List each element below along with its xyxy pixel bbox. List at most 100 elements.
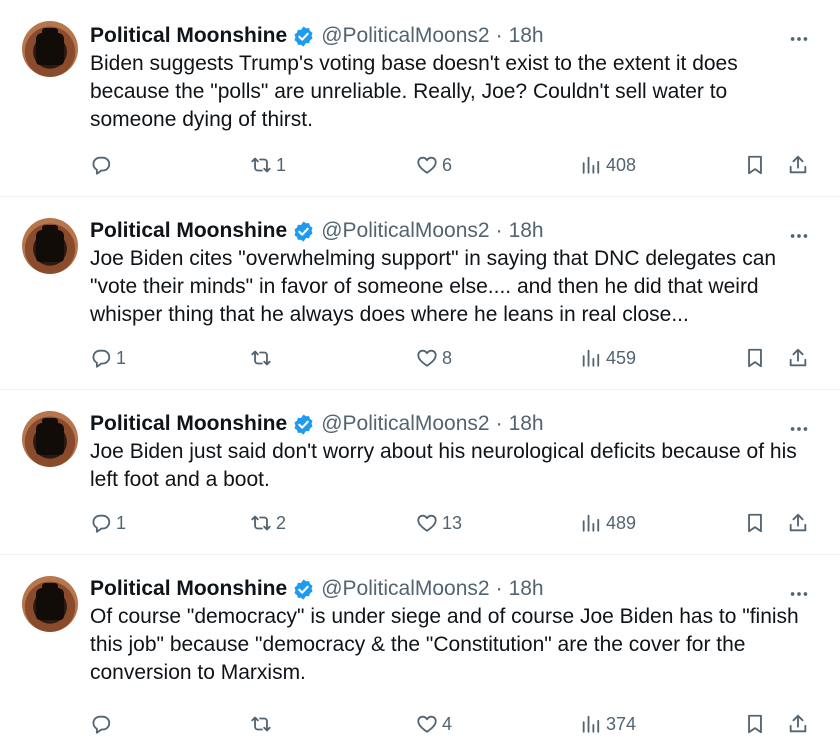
views-icon: [582, 349, 600, 367]
like-count: 8: [442, 347, 453, 368]
retweet-count: 2: [276, 512, 287, 533]
like-button[interactable]: 8: [416, 345, 452, 371]
tweet-actions: 4 374: [90, 711, 816, 737]
heart-icon: [417, 349, 437, 367]
avatar[interactable]: [22, 411, 78, 467]
avatar[interactable]: [22, 21, 78, 77]
tweet-actions: 1 8 459: [90, 345, 816, 371]
retweet-icon: [251, 157, 271, 173]
view-count: 374: [606, 713, 637, 734]
share-icon: [789, 513, 807, 532]
reply-icon: [92, 349, 111, 368]
view-count: 459: [606, 347, 637, 368]
tweet-actions: 1 2 13 489: [90, 510, 816, 536]
like-count: 6: [442, 154, 453, 175]
retweet-button[interactable]: 1: [250, 152, 286, 178]
reply-button[interactable]: [90, 152, 116, 178]
views-icon: [582, 156, 600, 174]
tweet-text: Joe Biden just said don't worry about hi…: [90, 440, 797, 491]
reply-button[interactable]: 1: [90, 510, 126, 536]
separator-dot: ·: [495, 219, 503, 242]
share-button[interactable]: [787, 510, 809, 536]
separator-dot: ·: [495, 577, 503, 600]
retweet-count: 1: [276, 154, 287, 175]
like-button[interactable]: 6: [416, 152, 452, 178]
user-handle[interactable]: @PoliticalMoons2: [321, 217, 489, 245]
tweet-text: Of course "democracy" is under siege and…: [90, 605, 799, 684]
view-count: 408: [606, 154, 637, 175]
retweet-icon: [251, 350, 271, 366]
bookmark-icon: [748, 155, 762, 175]
retweet-button[interactable]: [250, 711, 276, 737]
view-count: 489: [606, 512, 637, 533]
more-icon[interactable]: [788, 225, 810, 247]
separator-dot: ·: [495, 24, 503, 47]
bookmark-button[interactable]: [744, 711, 766, 737]
user-handle[interactable]: @PoliticalMoons2: [321, 575, 489, 603]
retweet-icon: [251, 515, 271, 531]
bookmark-button[interactable]: [744, 510, 766, 536]
share-icon: [789, 714, 807, 733]
timestamp[interactable]: 18h: [509, 575, 544, 603]
tweet-actions: 1 6 408: [90, 152, 816, 178]
tweet-header: Political Moonshine @PoliticalMoons2 · 1…: [90, 22, 816, 50]
reply-icon: [92, 156, 111, 175]
reply-button[interactable]: 1: [90, 345, 126, 371]
timestamp[interactable]: 18h: [509, 217, 544, 245]
retweet-button[interactable]: 2: [250, 510, 286, 536]
bookmark-button[interactable]: [744, 345, 766, 371]
views-button[interactable]: 374: [580, 711, 636, 737]
more-icon[interactable]: [788, 418, 810, 440]
tweet[interactable]: Political Moonshine @PoliticalMoons2 · 1…: [0, 0, 840, 197]
views-button[interactable]: 489: [580, 510, 636, 536]
views-button[interactable]: 459: [580, 345, 636, 371]
more-icon[interactable]: [788, 28, 810, 50]
like-count: 13: [442, 512, 463, 533]
share-button[interactable]: [787, 152, 809, 178]
reply-icon: [92, 715, 111, 734]
like-button[interactable]: 4: [416, 711, 452, 737]
more-icon[interactable]: [788, 583, 810, 605]
views-button[interactable]: 408: [580, 152, 636, 178]
timestamp[interactable]: 18h: [509, 22, 544, 50]
share-button[interactable]: [787, 711, 809, 737]
avatar[interactable]: [22, 576, 78, 632]
share-button[interactable]: [787, 345, 809, 371]
heart-icon: [417, 514, 437, 532]
user-handle[interactable]: @PoliticalMoons2: [321, 22, 489, 50]
share-icon: [789, 348, 807, 367]
tweet-feed: Political Moonshine @PoliticalMoons2 · 1…: [0, 0, 840, 755]
verified-badge-icon: [294, 25, 313, 47]
display-name[interactable]: Political Moonshine: [90, 217, 287, 245]
tweet[interactable]: Political Moonshine @PoliticalMoons2 · 1…: [0, 197, 840, 390]
retweet-button[interactable]: [250, 345, 276, 371]
reply-button[interactable]: [90, 711, 116, 737]
like-count: 4: [442, 713, 453, 734]
like-button[interactable]: 13: [416, 510, 462, 536]
timestamp[interactable]: 18h: [509, 410, 544, 438]
tweet-header: Political Moonshine @PoliticalMoons2 · 1…: [90, 217, 816, 245]
tweet-header: Political Moonshine @PoliticalMoons2 · 1…: [90, 410, 816, 438]
user-handle[interactable]: @PoliticalMoons2: [321, 410, 489, 438]
reply-count: 1: [116, 512, 127, 533]
heart-icon: [417, 156, 437, 174]
verified-badge-icon: [294, 578, 313, 600]
avatar[interactable]: [22, 218, 78, 274]
bookmark-button[interactable]: [744, 152, 766, 178]
reply-count: 1: [116, 347, 127, 368]
tweet[interactable]: Political Moonshine @PoliticalMoons2 · 1…: [0, 555, 840, 755]
views-icon: [582, 715, 600, 733]
display-name[interactable]: Political Moonshine: [90, 410, 287, 438]
views-icon: [582, 514, 600, 532]
verified-badge-icon: [294, 220, 313, 242]
display-name[interactable]: Political Moonshine: [90, 575, 287, 603]
tweet-text: Biden suggests Trump's voting base doesn…: [90, 52, 738, 131]
bookmark-icon: [748, 348, 762, 368]
bookmark-icon: [748, 513, 762, 533]
share-icon: [789, 155, 807, 174]
tweet[interactable]: Political Moonshine @PoliticalMoons2 · 1…: [0, 390, 840, 555]
reply-icon: [92, 514, 111, 533]
display-name[interactable]: Political Moonshine: [90, 22, 287, 50]
heart-icon: [417, 715, 437, 733]
verified-badge-icon: [294, 413, 313, 435]
